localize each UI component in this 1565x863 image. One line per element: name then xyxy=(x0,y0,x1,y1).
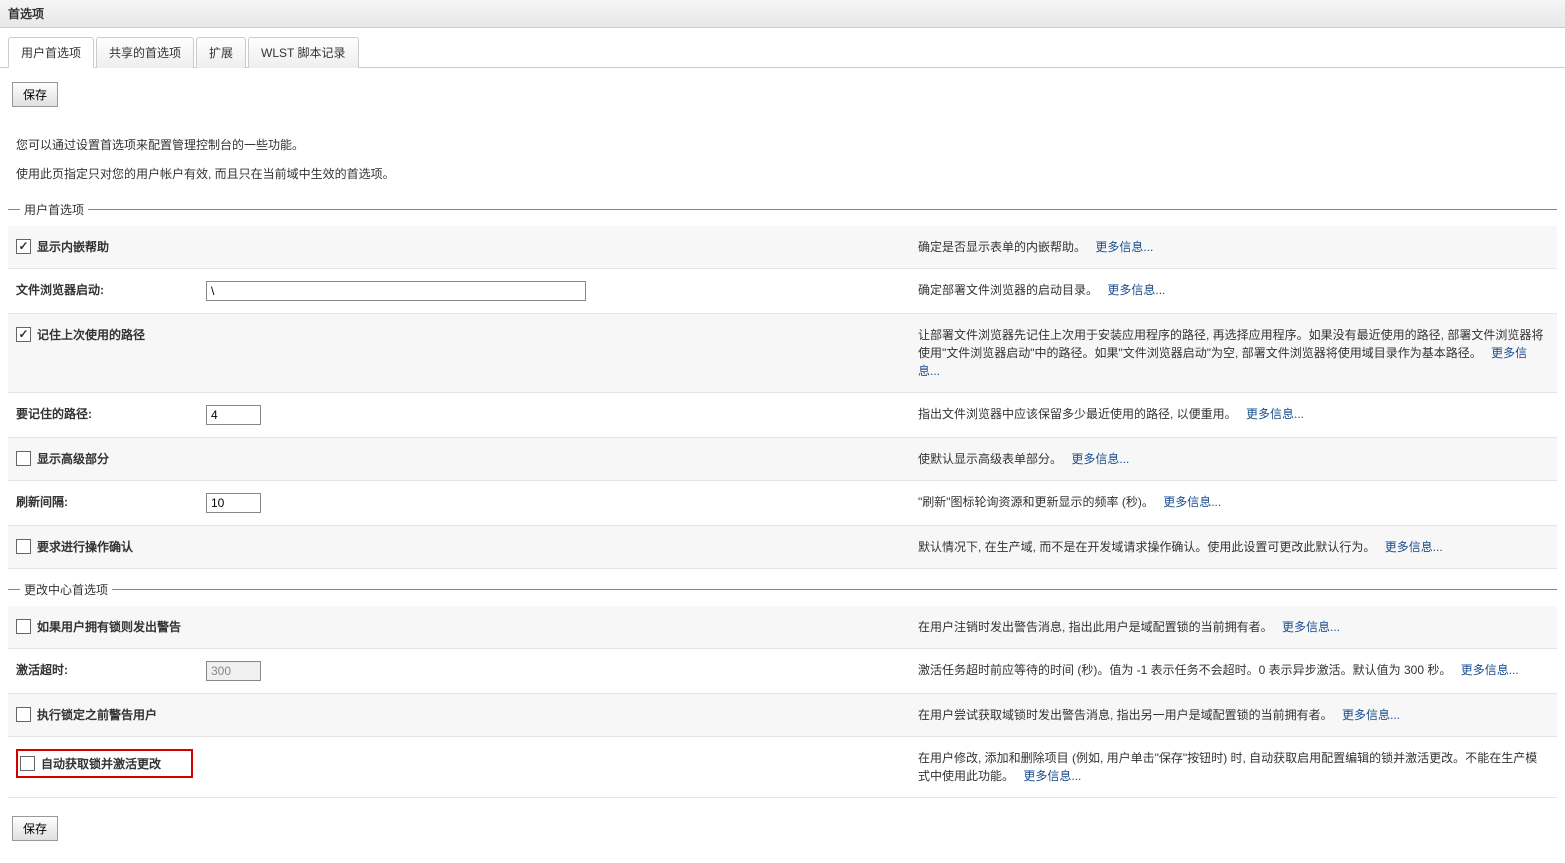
tab-wlst-recording[interactable]: WLST 脚本记录 xyxy=(248,37,358,68)
tab-user-preferences[interactable]: 用户首选项 xyxy=(8,37,94,68)
row-auto-lock-activate: 自动获取锁并激活更改 在用户修改, 添加和删除项目 (例如, 用户单击"保存"按… xyxy=(8,737,1557,798)
row-warn-if-lock: 如果用户拥有锁则发出警告 在用户注销时发出警告消息, 指出此用户是域配置锁的当前… xyxy=(8,606,1557,649)
section-user-preferences: 用户首选项 显示内嵌帮助 确定是否显示表单的内嵌帮助。 更多信息... 文件浏览… xyxy=(8,201,1557,569)
input-file-browser-start[interactable] xyxy=(206,281,586,301)
more-link-ask-confirmation[interactable]: 更多信息... xyxy=(1385,540,1443,554)
row-activate-timeout: 激活超时: 激活任务超时前应等待的时间 (秒)。值为 -1 表示任务不会超时。0… xyxy=(8,649,1557,694)
save-button-bottom[interactable]: 保存 xyxy=(12,816,58,841)
checkbox-show-inline-help[interactable] xyxy=(16,239,31,254)
label-warn-before-lock: 执行锁定之前警告用户 xyxy=(37,706,157,723)
label-show-advanced: 显示高级部分 xyxy=(37,450,109,467)
more-link-refresh-interval[interactable]: 更多信息... xyxy=(1163,495,1221,509)
desc-auto-lock-activate: 在用户修改, 添加和删除项目 (例如, 用户单击"保存"按钮时) 时, 自动获取… xyxy=(918,751,1537,783)
checkbox-warn-if-lock[interactable] xyxy=(16,619,31,634)
row-file-browser-start: 文件浏览器启动: 确定部署文件浏览器的启动目录。 更多信息... xyxy=(8,269,1557,314)
checkbox-remember-path[interactable] xyxy=(16,327,31,342)
row-warn-before-lock: 执行锁定之前警告用户 在用户尝试获取域锁时发出警告消息, 指出另一用户是域配置锁… xyxy=(8,694,1557,737)
label-auto-lock-activate: 自动获取锁并激活更改 xyxy=(41,755,161,772)
save-button-top[interactable]: 保存 xyxy=(12,82,58,107)
legend-change-center: 更改中心首选项 xyxy=(8,581,1557,598)
page-title: 首选项 xyxy=(8,7,44,21)
tab-shared-preferences[interactable]: 共享的首选项 xyxy=(96,37,194,68)
more-link-activate-timeout[interactable]: 更多信息... xyxy=(1461,663,1519,677)
more-link-paths-remember[interactable]: 更多信息... xyxy=(1246,407,1304,421)
desc-remember-path: 让部署文件浏览器先记住上次用于安装应用程序的路径, 再选择应用程序。如果没有最近… xyxy=(918,328,1543,360)
input-refresh-interval[interactable] xyxy=(206,493,261,513)
desc-refresh-interval: "刷新"图标轮询资源和更新显示的频率 (秒)。 xyxy=(918,495,1154,509)
tab-extensions[interactable]: 扩展 xyxy=(196,37,246,68)
label-ask-confirmation: 要求进行操作确认 xyxy=(37,538,133,555)
highlighted-auto-lock: 自动获取锁并激活更改 xyxy=(16,749,193,778)
more-link-file-browser[interactable]: 更多信息... xyxy=(1107,283,1165,297)
label-show-inline-help: 显示内嵌帮助 xyxy=(37,238,109,255)
label-remember-path: 记住上次使用的路径 xyxy=(37,326,145,343)
row-remember-path: 记住上次使用的路径 让部署文件浏览器先记住上次用于安装应用程序的路径, 再选择应… xyxy=(8,314,1557,393)
checkbox-show-advanced[interactable] xyxy=(16,451,31,466)
desc-activate-timeout: 激活任务超时前应等待的时间 (秒)。值为 -1 表示任务不会超时。0 表示异步激… xyxy=(918,663,1451,677)
desc-paths-to-remember: 指出文件浏览器中应该保留多少最近使用的路径, 以便重用。 xyxy=(918,407,1237,421)
more-link-warn-if-lock[interactable]: 更多信息... xyxy=(1282,620,1340,634)
desc-warn-before-lock: 在用户尝试获取域锁时发出警告消息, 指出另一用户是域配置锁的当前拥有者。 xyxy=(918,708,1333,722)
section-change-center: 更改中心首选项 如果用户拥有锁则发出警告 在用户注销时发出警告消息, 指出此用户… xyxy=(8,581,1557,798)
legend-user-prefs: 用户首选项 xyxy=(8,201,1557,218)
desc-show-advanced: 使默认显示高级表单部分。 xyxy=(918,452,1062,466)
page-title-bar: 首选项 xyxy=(0,0,1565,28)
more-link-show-advanced[interactable]: 更多信息... xyxy=(1071,452,1129,466)
input-paths-to-remember[interactable] xyxy=(206,405,261,425)
row-show-inline-help: 显示内嵌帮助 确定是否显示表单的内嵌帮助。 更多信息... xyxy=(8,226,1557,269)
checkbox-auto-lock-activate[interactable] xyxy=(20,756,35,771)
desc-file-browser-start: 确定部署文件浏览器的启动目录。 xyxy=(918,283,1098,297)
row-show-advanced: 显示高级部分 使默认显示高级表单部分。 更多信息... xyxy=(8,438,1557,481)
intro-line-2: 使用此页指定只对您的用户帐户有效, 而且只在当前域中生效的首选项。 xyxy=(16,160,1549,189)
content-area: 保存 您可以通过设置首选项来配置管理控制台的一些功能。 使用此页指定只对您的用户… xyxy=(0,68,1565,863)
row-refresh-interval: 刷新间隔: "刷新"图标轮询资源和更新显示的频率 (秒)。 更多信息... xyxy=(8,481,1557,526)
tabs-container: 用户首选项 共享的首选项 扩展 WLST 脚本记录 xyxy=(0,36,1565,68)
desc-ask-confirmation: 默认情况下, 在生产域, 而不是在开发域请求操作确认。使用此设置可更改此默认行为… xyxy=(918,540,1375,554)
intro-text: 您可以通过设置首选项来配置管理控制台的一些功能。 使用此页指定只对您的用户帐户有… xyxy=(16,131,1549,189)
more-link-warn-before-lock[interactable]: 更多信息... xyxy=(1342,708,1400,722)
checkbox-ask-confirmation[interactable] xyxy=(16,539,31,554)
desc-show-inline-help: 确定是否显示表单的内嵌帮助。 xyxy=(918,240,1086,254)
more-link-inline-help[interactable]: 更多信息... xyxy=(1095,240,1153,254)
row-ask-confirmation: 要求进行操作确认 默认情况下, 在生产域, 而不是在开发域请求操作确认。使用此设… xyxy=(8,526,1557,569)
label-refresh-interval: 刷新间隔: xyxy=(16,493,68,510)
input-activate-timeout xyxy=(206,661,261,681)
label-activate-timeout: 激活超时: xyxy=(16,661,68,678)
row-paths-to-remember: 要记住的路径: 指出文件浏览器中应该保留多少最近使用的路径, 以便重用。 更多信… xyxy=(8,393,1557,438)
desc-warn-if-lock: 在用户注销时发出警告消息, 指出此用户是域配置锁的当前拥有者。 xyxy=(918,620,1273,634)
more-link-auto-lock[interactable]: 更多信息... xyxy=(1023,769,1081,783)
label-file-browser-start: 文件浏览器启动: xyxy=(16,281,104,298)
label-warn-if-lock: 如果用户拥有锁则发出警告 xyxy=(37,618,181,635)
label-paths-to-remember: 要记住的路径: xyxy=(16,405,92,422)
intro-line-1: 您可以通过设置首选项来配置管理控制台的一些功能。 xyxy=(16,131,1549,160)
checkbox-warn-before-lock[interactable] xyxy=(16,707,31,722)
